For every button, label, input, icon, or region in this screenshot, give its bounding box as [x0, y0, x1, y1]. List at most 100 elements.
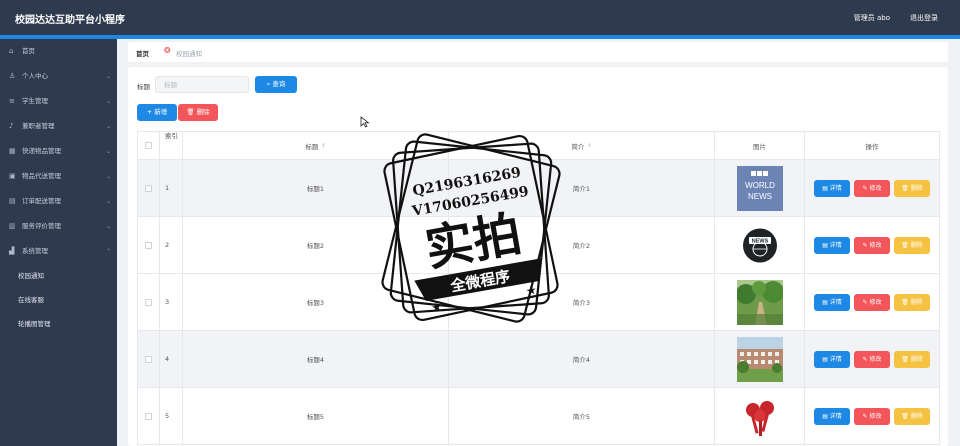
row-checkbox[interactable] [145, 241, 152, 249]
sidebar-item-personal-center[interactable]: ♙ 个人中心 ⌄ [0, 64, 117, 89]
bbc-news-text: NEWS [748, 192, 772, 201]
delete-button[interactable]: 🗑 删除 [894, 236, 930, 254]
content-panel: 标题 ⌕ 查询 + 新增 🗑 删除 索引 标题⇕ 简介⇕ 图片 操作 1 标题1… [128, 67, 948, 446]
detail-button[interactable]: ▤ 详情 [814, 350, 850, 368]
search-input[interactable] [155, 76, 249, 93]
campus-trees-image [736, 279, 783, 325]
detail-button[interactable]: ▤ 详情 [814, 293, 850, 311]
sidebar-item-delivery[interactable]: ▣ 物品代送管理 ⌄ [0, 164, 117, 189]
sidebar-item-label: 快递物品管理 [22, 147, 61, 155]
detail-button[interactable]: ▤ 详情 [814, 179, 850, 197]
header-index: 索引 [159, 132, 182, 159]
person-icon: ♙ [9, 72, 16, 80]
edit-button[interactable]: ✎ 修改 [854, 179, 890, 197]
main-content: 首页 ❂ 校园通知 标题 ⌕ 查询 + 新增 🗑 删除 索引 标题⇕ 简介⇕ 图… [117, 39, 960, 446]
breadcrumb-separator-icon: ❂ [164, 46, 171, 55]
bbc-world-text: WORLD [745, 181, 775, 190]
row-intro: 简介4 [448, 331, 714, 387]
header-intro[interactable]: 简介 ⇕ [448, 132, 714, 159]
breadcrumb-home[interactable]: 首页 [136, 48, 149, 58]
sidebar-item-parttimers[interactable]: ♪ 兼职者管理 ⌄ [0, 114, 117, 139]
delete-button[interactable]: 🗑 删除 [894, 407, 930, 425]
sidebar-subitem-online-service[interactable]: 在线客服 [0, 288, 117, 312]
query-button[interactable]: ⌕ 查询 [255, 76, 297, 93]
add-button[interactable]: + 新增 [137, 104, 177, 121]
row-ops: ▤ 详情 ✎ 修改 🗑 删除 [804, 388, 940, 444]
header-intro-label: 简介 [571, 142, 585, 151]
layers-icon: ▥ [9, 222, 16, 230]
sidebar-item-express[interactable]: ▦ 快递物品管理 ⌄ [0, 139, 117, 164]
row-image-cell: NEWS [714, 217, 804, 273]
row-index: 1 [159, 160, 182, 216]
chevron-down-icon: ⌄ [105, 223, 111, 230]
row-checkbox[interactable] [145, 298, 152, 306]
row-image-cell [714, 331, 804, 387]
sidebar-item-label: 订单配送管理 [22, 197, 61, 205]
sidebar-item-home[interactable]: ⌂ 首页 [0, 39, 117, 64]
detail-button[interactable]: ▤ 详情 [814, 236, 850, 254]
select-all-checkbox[interactable] [145, 142, 152, 149]
sidebar-item-label: 个人中心 [22, 72, 48, 80]
row-index: 2 [159, 217, 182, 273]
sidebar-item-orders[interactable]: ▤ 订单配送管理 ⌄ [0, 189, 117, 214]
sidebar-item-label: 物品代送管理 [22, 172, 61, 180]
row-title: 标题5 [182, 388, 448, 444]
row-checkbox[interactable] [145, 184, 152, 192]
row-ops: ▤ 详情 ✎ 修改 🗑 删除 [804, 160, 940, 216]
row-title: 标题2 [182, 217, 448, 273]
breadcrumb: 首页 ❂ 校园通知 [128, 42, 948, 62]
header-checkbox-cell [137, 132, 159, 159]
row-index: 4 [159, 331, 182, 387]
sidebar-item-students[interactable]: ≡ 学生管理 ⌄ [0, 89, 117, 114]
edit-button[interactable]: ✎ 修改 [854, 350, 890, 368]
batch-delete-button[interactable]: 🗑 删除 [178, 104, 218, 121]
mouse-cursor-icon [360, 116, 370, 128]
table-header: 索引 标题 ⇕ 简介 ⇕ 图片 操作 [137, 131, 940, 160]
row-checkbox-cell [137, 160, 159, 216]
table-row: 5 标题5 简介5 ▤ 详情 ✎ 修改 🗑 删除 [137, 388, 940, 445]
breadcrumb-current: 校园通知 [176, 50, 202, 58]
sidebar-item-system[interactable]: ▟ 系统管理 ⌃ [0, 239, 117, 264]
row-index: 5 [159, 388, 182, 444]
row-checkbox[interactable] [145, 355, 152, 363]
search-label: 标题 [137, 83, 150, 91]
header-index-label: 索引 [165, 132, 178, 140]
row-intro: 简介5 [448, 388, 714, 444]
header-image: 图片 [714, 132, 804, 159]
row-title: 标题4 [182, 331, 448, 387]
sidebar-subitem-carousel[interactable]: 轮播图管理 [0, 312, 117, 336]
sidebar-subitem-campus-notice[interactable]: 校园通知 [0, 264, 117, 288]
row-index: 3 [159, 274, 182, 330]
chevron-down-icon: ⌄ [105, 123, 111, 130]
detail-button[interactable]: ▤ 详情 [814, 407, 850, 425]
header-title[interactable]: 标题 ⇕ [182, 132, 448, 159]
edit-button[interactable]: ✎ 修改 [854, 293, 890, 311]
grid-icon: ▦ [9, 147, 16, 155]
delete-button[interactable]: 🗑 删除 [894, 293, 930, 311]
row-title: 标题3 [182, 274, 448, 330]
logout-link[interactable]: 退出登录 [910, 13, 938, 23]
delete-button[interactable]: 🗑 删除 [894, 179, 930, 197]
chevron-up-icon: ⌃ [105, 248, 111, 255]
row-checkbox[interactable] [145, 412, 152, 420]
sidebar-item-label: 系统管理 [22, 247, 48, 255]
top-bar: 校园达达互助平台小程序 管理员 abo 退出登录 [0, 0, 960, 35]
notice-table: 索引 标题⇕ 简介⇕ 图片 操作 1 标题1 简介1 WORLD NEWS [137, 131, 940, 445]
delete-button[interactable]: 🗑 删除 [894, 350, 930, 368]
app-title: 校园达达互助平台小程序 [15, 15, 125, 26]
row-title: 标题1 [182, 160, 448, 216]
row-ops: ▤ 详情 ✎ 修改 🗑 删除 [804, 217, 940, 273]
sidebar-item-reviews[interactable]: ▥ 服务评价管理 ⌄ [0, 214, 117, 239]
row-checkbox-cell [137, 217, 159, 273]
row-checkbox-cell [137, 274, 159, 330]
sort-icon: ⇕ [321, 142, 326, 149]
campus-building-image [736, 336, 783, 382]
row-image-cell [714, 388, 804, 444]
chevron-down-icon: ⌄ [105, 73, 111, 80]
header-ops-label: 操作 [865, 142, 879, 151]
edit-button[interactable]: ✎ 修改 [854, 236, 890, 254]
table-row: 4 标题4 简介4 ▤ 详情 ✎ 修改 🗑 删除 [137, 331, 940, 388]
edit-button[interactable]: ✎ 修改 [854, 407, 890, 425]
mic-icon: ♪ [9, 122, 14, 130]
chevron-down-icon: ⌄ [105, 148, 111, 155]
